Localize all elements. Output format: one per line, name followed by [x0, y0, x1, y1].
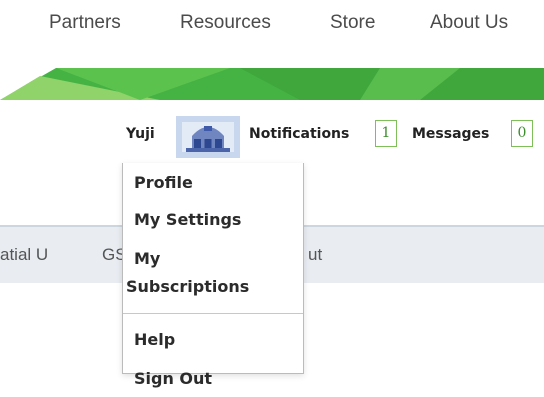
menu-item-sign-out[interactable]: Sign Out — [134, 367, 212, 391]
banner-graphic — [0, 68, 544, 100]
nav-resources-link[interactable]: Resources — [180, 12, 271, 34]
nav-partners-link[interactable]: Partners — [49, 12, 121, 34]
menu-item-profile[interactable]: Profile — [134, 171, 193, 195]
header-banner — [0, 68, 544, 100]
nav-about-us-link[interactable]: About Us — [430, 12, 508, 34]
menu-item-help[interactable]: Help — [134, 328, 175, 352]
subnav-item-partial-3[interactable]: ut — [308, 245, 322, 265]
notifications-link[interactable]: Notifications — [249, 126, 349, 142]
castle-avatar-icon — [176, 116, 240, 158]
user-avatar[interactable] — [176, 112, 240, 158]
messages-count-badge[interactable]: 0 — [511, 120, 533, 147]
notifications-count-badge[interactable]: 1 — [375, 120, 397, 147]
top-navigation: Partners Resources Store About Us — [0, 0, 544, 50]
menu-item-my-settings[interactable]: My Settings — [134, 208, 241, 232]
menu-item-my-subscriptions-line2[interactable]: Subscriptions — [126, 275, 249, 299]
subnav-item-partial-1[interactable]: atial U — [0, 245, 48, 265]
user-dropdown-menu: Profile My Settings My Subscriptions Hel… — [122, 163, 304, 388]
nav-store-link[interactable]: Store — [330, 12, 375, 34]
username-link[interactable]: Yuji — [126, 126, 155, 142]
messages-link[interactable]: Messages — [412, 126, 489, 142]
menu-divider — [123, 313, 303, 314]
menu-item-my-subscriptions-line1[interactable]: My — [134, 247, 160, 271]
